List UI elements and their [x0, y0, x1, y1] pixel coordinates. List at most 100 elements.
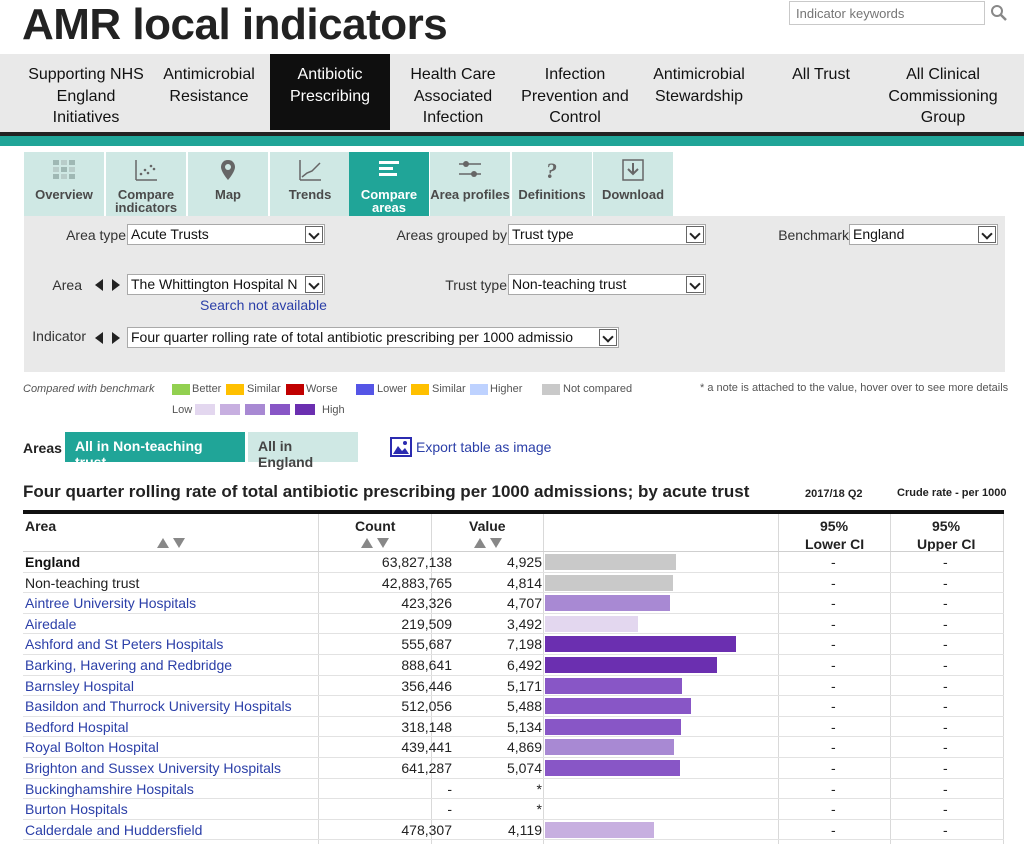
upper-ci-cell: - [943, 698, 948, 715]
table-period: 2017/18 Q2 [805, 488, 863, 500]
benchmark-select[interactable]: England [849, 224, 998, 245]
legend-swatch [542, 384, 560, 395]
export-table-link[interactable]: Export table as image [416, 439, 551, 455]
nav-antimicrobial-stewardship[interactable]: Antimicrobial Stewardship [640, 54, 758, 130]
table-row: Bedford Hospital 318,148 5,134 - - [23, 717, 1004, 738]
area-name[interactable]: Calderdale and Huddersfield [25, 822, 202, 838]
table-top-rule [23, 510, 1004, 514]
count-cell: - [447, 780, 452, 797]
area-select[interactable]: The Whittington Hospital N [127, 274, 325, 295]
legend-swatch [226, 384, 244, 395]
area-name[interactable]: Ashford and St Peters Hospitals [25, 636, 223, 652]
area-name[interactable]: Basildon and Thurrock University Hospita… [25, 698, 292, 714]
legend-swatch [172, 384, 190, 395]
topic-nav: Supporting NHS England Initiatives Antim… [0, 54, 1024, 132]
tab-trends[interactable]: Trends [270, 152, 350, 216]
legend-low-label: Low [172, 404, 193, 416]
lower-ci-cell: - [831, 615, 836, 632]
nav-antibiotic-prescribing[interactable]: Antibiotic Prescribing [270, 54, 390, 130]
area-name[interactable]: Bedford Hospital [25, 719, 129, 735]
legend-item-label: Similar [432, 383, 466, 395]
sort-area-icon[interactable] [157, 538, 187, 548]
quintile-swatch [245, 404, 265, 415]
area-name[interactable]: Barking, Havering and Redbridge [25, 657, 232, 673]
value-cell: * [536, 801, 542, 818]
tab-label: Trends [288, 187, 332, 202]
previous-indicator-icon[interactable] [95, 332, 103, 344]
table-row: Aintree University Hospitals 423,326 4,707… [23, 593, 1004, 614]
indicator-stepper [88, 327, 126, 348]
area-label: Area [52, 277, 82, 293]
tab-overview[interactable]: Overview [24, 152, 104, 216]
value-cell: 6,492 [506, 657, 542, 673]
sort-count-icon[interactable] [361, 538, 391, 548]
nav-supporting-nhs[interactable]: Supporting NHS England Initiatives [22, 54, 150, 130]
tab-map[interactable]: Map [188, 152, 268, 216]
area-name[interactable]: Royal Bolton Hospital [25, 739, 159, 755]
lower-ci-cell: - [831, 801, 836, 818]
count-cell: 318,148 [401, 718, 452, 735]
table-row: Barnsley Hospital 356,446 5,171 - - [23, 676, 1004, 697]
tab-label: Area profiles [430, 187, 510, 202]
upper-ci-cell: - [943, 677, 948, 694]
grouped-by-select[interactable]: Trust type [508, 224, 706, 245]
all-in-england-button[interactable]: All in England [248, 432, 358, 470]
indicator-search-input[interactable] [789, 1, 985, 25]
search-not-available: Search not available [200, 297, 327, 313]
upper-ci-cell: - [943, 739, 948, 756]
area-name[interactable]: Aintree University Hospitals [25, 595, 196, 611]
trust-type-value: Non-teaching trust [512, 276, 627, 292]
table-row: Burton Hospitals - * - - [23, 799, 1004, 820]
nav-antimicrobial-resistance[interactable]: Antimicrobial Resistance [150, 54, 268, 130]
area-type-select[interactable]: Acute Trusts [127, 224, 325, 245]
column-header-count: Count [355, 518, 396, 534]
lower-ci-cell: - [831, 698, 836, 715]
next-indicator-icon[interactable] [112, 332, 120, 344]
area-name[interactable]: Brighton and Sussex University Hospitals [25, 760, 281, 776]
grouped-by-label: Areas grouped by [396, 227, 507, 243]
indicator-select[interactable]: Four quarter rolling rate of total antib… [127, 327, 619, 348]
value-bar [545, 554, 676, 570]
value-bar [545, 574, 673, 591]
count-cell: 439,441 [401, 739, 452, 756]
tab-compare-indicators[interactable]: Compare indicators [106, 152, 186, 216]
previous-area-icon[interactable] [95, 279, 103, 291]
chevron-down-icon [305, 226, 323, 243]
legend-swatch [470, 384, 488, 395]
count-cell: 512,056 [401, 698, 452, 715]
image-export-icon[interactable] [390, 437, 412, 457]
lower-ci-cell: - [831, 760, 836, 776]
tab-label: Map [215, 187, 241, 202]
all-in-group-button[interactable]: All in Non-teaching trust [65, 432, 245, 470]
count-cell: 42,883,765 [381, 574, 452, 591]
trust-type-select[interactable]: Non-teaching trust [508, 274, 706, 295]
nav-all-trust[interactable]: All Trust [762, 54, 880, 130]
sort-value-icon[interactable] [474, 538, 504, 548]
area-name[interactable]: Buckinghamshire Hospitals [25, 781, 194, 797]
chevron-down-icon [978, 226, 996, 243]
area-name[interactable]: Burton Hospitals [25, 801, 128, 817]
chevron-down-icon [599, 329, 617, 346]
area-name[interactable]: Airedale [25, 616, 76, 632]
area-type-label: Area type [66, 227, 126, 243]
value-bar [545, 718, 682, 735]
tab-label: Overview [35, 187, 93, 202]
upper-ci-cell: - [943, 554, 948, 570]
nav-infection-prevention[interactable]: Infection Prevention and Control [512, 54, 638, 130]
value-bar [545, 760, 680, 776]
tab-label: Download [601, 187, 665, 202]
site-title: AMR local indicators [22, 0, 448, 49]
chevron-down-icon [686, 276, 704, 293]
quintile-swatch [195, 404, 215, 415]
tab-area-profiles[interactable]: Area profiles [430, 152, 510, 216]
next-area-icon[interactable] [112, 279, 120, 291]
area-name[interactable]: Barnsley Hospital [25, 678, 134, 694]
search-icon[interactable] [990, 4, 1008, 22]
nav-hcai[interactable]: Health Care Associated Infection [394, 54, 512, 130]
value-cell: 4,814 [506, 574, 542, 591]
tab-definitions[interactable]: ? Definitions [512, 152, 592, 216]
tab-compare-areas[interactable]: Compare areas [349, 152, 429, 216]
nav-all-ccg[interactable]: All Clinical Commissioning Group [880, 54, 1006, 130]
tab-download[interactable]: Download [593, 152, 673, 216]
area-type-value: Acute Trusts [131, 226, 209, 242]
